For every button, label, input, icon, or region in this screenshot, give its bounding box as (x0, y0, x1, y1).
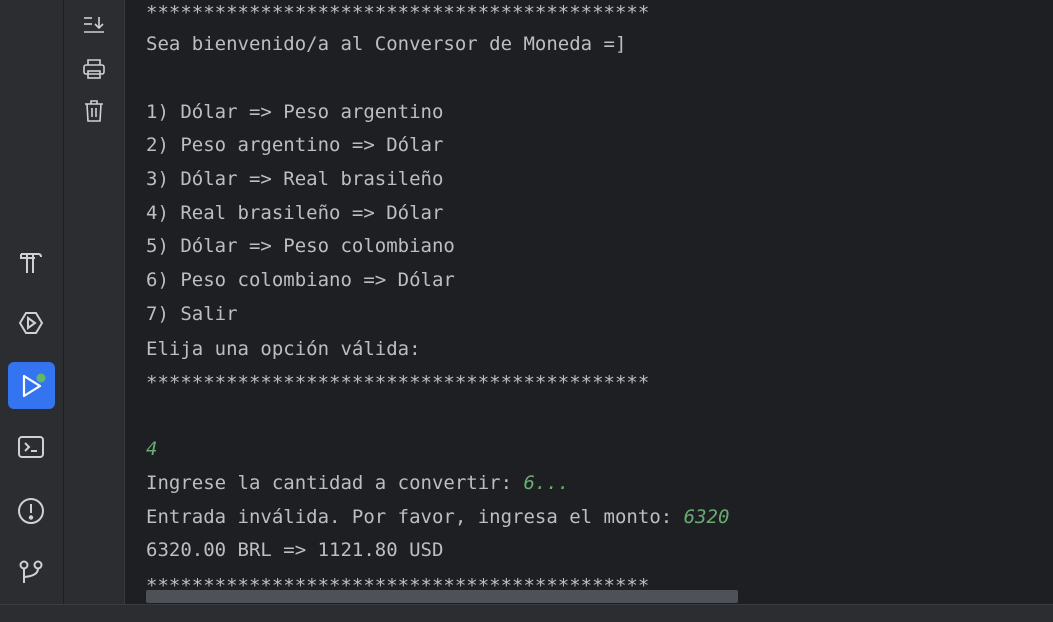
user-choice-input: 4 (146, 438, 158, 460)
scroll-to-end-icon[interactable] (79, 11, 109, 39)
separator-line: ****************************************… (146, 372, 650, 394)
print-icon[interactable] (79, 55, 109, 83)
status-bar (0, 604, 1053, 622)
console-toolbar (64, 0, 125, 604)
menu-option: 7) Salir (146, 303, 238, 325)
menu-option: 3) Dólar => Real brasileño (146, 168, 444, 190)
invalid-entry-line: Entrada inválida. Por favor, ingresa el … (146, 504, 729, 530)
services-icon[interactable] (8, 300, 54, 346)
git-branch-icon[interactable] (8, 549, 54, 595)
conversion-result: 6320.00 BRL => 1121.80 USD (146, 539, 444, 561)
build-hammer-icon[interactable] (8, 239, 54, 285)
amount-prompt: Ingrese la cantidad a convertir: (146, 472, 524, 494)
separator-line: ****************************************… (146, 2, 650, 24)
problems-icon[interactable] (8, 488, 54, 534)
amount-prompt-line: Ingrese la cantidad a convertir: 6... (146, 470, 569, 496)
welcome-message: Sea bienvenido/a al Conversor de Moneda … (146, 33, 627, 55)
left-tool-window-bar (0, 0, 64, 604)
menu-option: 6) Peso colombiano => Dólar (146, 269, 455, 291)
terminal-icon[interactable] (8, 424, 54, 470)
menu-option: 5) Dólar => Peso colombiano (146, 235, 455, 257)
amount-input: 6... (523, 472, 570, 494)
menu-option: 1) Dólar => Peso argentino (146, 101, 444, 123)
menu-option: 2) Peso argentino => Dólar (146, 134, 444, 156)
invalid-input: 6320 (683, 506, 730, 528)
invalid-prompt: Entrada inválida. Por favor, ingresa el … (146, 506, 684, 528)
run-console-output[interactable]: ****************************************… (125, 0, 1053, 604)
run-icon[interactable] (8, 362, 55, 409)
trash-icon[interactable] (79, 97, 109, 125)
horizontal-scrollbar[interactable] (146, 590, 738, 603)
choice-prompt: Elija una opción válida: (146, 338, 421, 360)
menu-option: 4) Real brasileño => Dólar (146, 202, 444, 224)
